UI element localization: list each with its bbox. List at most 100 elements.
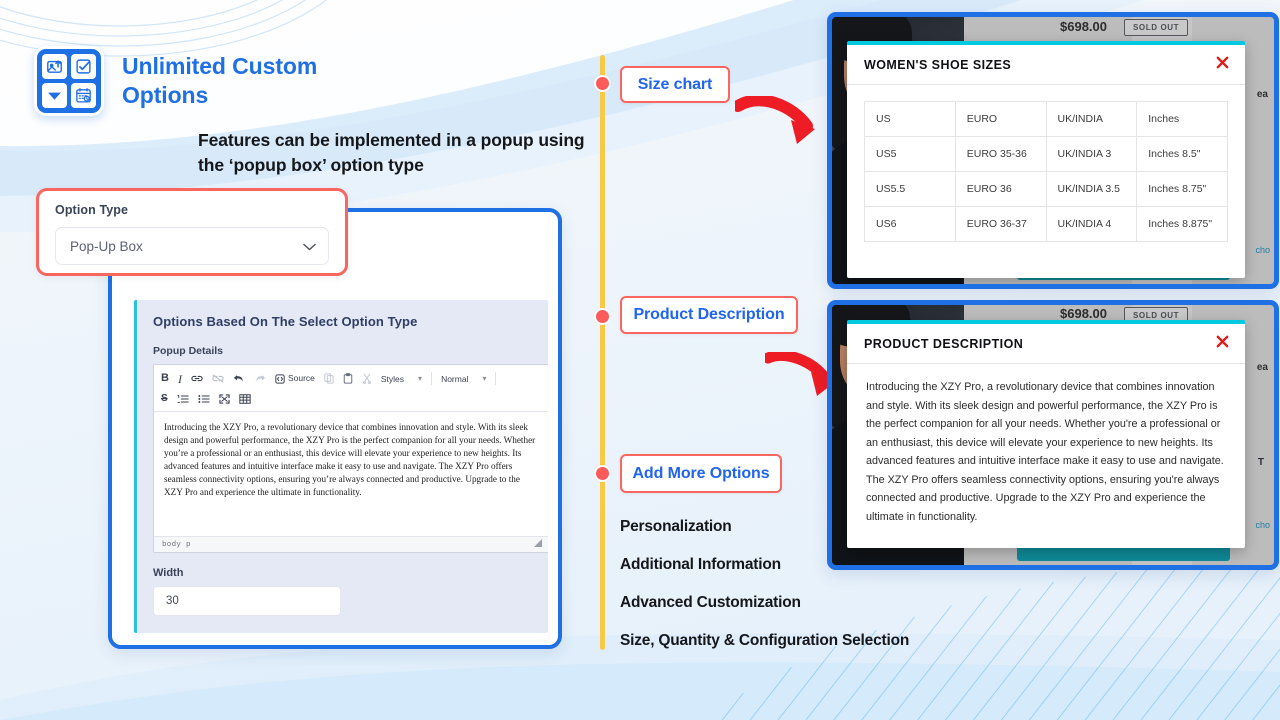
numbered-list-icon[interactable] xyxy=(177,394,189,404)
close-icon[interactable] xyxy=(1215,334,1230,354)
cut-icon[interactable] xyxy=(362,373,372,384)
tag-product-description-label: Product Description xyxy=(633,306,785,323)
table-row: US5.5 EURO 36 UK/INDIA 3.5 Inches 8.75" xyxy=(864,171,1228,207)
modal-body: US EURO UK/INDIA Inches US5 EURO 35-36 U… xyxy=(847,85,1245,242)
styles-dropdown[interactable]: Styles ▾ xyxy=(381,374,422,384)
page-title: Unlimited Custom Options xyxy=(122,53,318,109)
paste-icon[interactable] xyxy=(343,373,353,384)
timeline-track xyxy=(600,55,605,650)
timeline-dot-product-description xyxy=(594,308,611,325)
curved-arrow-to-size-chart xyxy=(732,94,825,154)
width-label: Width xyxy=(153,567,184,579)
table-header-cell: UK/INDIA xyxy=(1045,101,1138,137)
storefront-card-product-description: $698.00 SOLD OUT ea T cho PRODUCT DESCRI… xyxy=(827,300,1279,570)
sold-out-badge: SOLD OUT xyxy=(1124,19,1189,36)
product-price: $698.00 xyxy=(1060,306,1107,321)
table-row: US5 EURO 35-36 UK/INDIA 3 Inches 8.5" xyxy=(864,136,1228,172)
link-icon[interactable] xyxy=(191,373,203,384)
checkbox-icon xyxy=(71,54,96,79)
table-header-cell: Inches xyxy=(1136,101,1228,137)
italic-icon[interactable]: I xyxy=(178,373,182,385)
subheading-text: Features can be implemented in a popup u… xyxy=(198,130,585,175)
table-cell: US5 xyxy=(864,136,956,172)
storefront-link-text[interactable]: cho xyxy=(1255,245,1270,255)
copy-icon[interactable] xyxy=(324,373,334,384)
table-cell: UK/INDIA 3.5 xyxy=(1045,171,1138,207)
format-label: Normal xyxy=(441,373,469,384)
storefront-card-size-chart: $698.00 SOLD OUT ea cho WOMEN'S SHOE SIZ… xyxy=(827,12,1279,289)
undo-icon[interactable] xyxy=(233,373,245,384)
storefront-side-letter: T xyxy=(1257,457,1264,468)
editor-toolbar: B I Source Styles ▾ Normal ▾ S xyxy=(154,365,548,412)
storefront-link-text[interactable]: cho xyxy=(1255,520,1270,530)
table-cell: UK/INDIA 3 xyxy=(1045,136,1138,172)
table-row: US6 EURO 36-37 UK/INDIA 4 Inches 8.875" xyxy=(864,206,1228,242)
options-inner-panel: Options Based On The Select Option Type … xyxy=(134,300,548,633)
editor-status-bar: body p xyxy=(154,536,548,552)
timeline-dot-add-more-options xyxy=(594,465,611,482)
redo-icon[interactable] xyxy=(254,373,266,384)
tag-add-more-options[interactable]: Add More Options xyxy=(620,454,782,493)
product-price: $698.00 xyxy=(1060,19,1107,34)
option-type-card: Option Type Pop-Up Box xyxy=(36,188,348,276)
table-header-cell: US xyxy=(864,101,956,137)
storefront-side-text: ea xyxy=(1256,362,1268,373)
app-logo xyxy=(34,46,104,116)
width-value: 30 xyxy=(166,595,179,607)
tag-size-chart[interactable]: Size chart xyxy=(620,66,730,103)
table-cell: US6 xyxy=(864,206,956,242)
editor-element-path: body p xyxy=(162,540,191,549)
calendar-clock-icon xyxy=(71,83,96,108)
chevron-down-icon: ▾ xyxy=(418,374,423,383)
table-cell: EURO 36 xyxy=(954,171,1047,207)
size-chart-modal: WOMEN'S SHOE SIZES US EURO UK/INDIA Inch… xyxy=(847,41,1245,278)
resize-grip-icon[interactable] xyxy=(534,539,542,550)
bulleted-list-icon[interactable] xyxy=(198,394,210,404)
product-description-modal: PRODUCT DESCRIPTION Introducing the XZY … xyxy=(847,320,1245,548)
modal-title: WOMEN'S SHOE SIZES xyxy=(864,57,1012,72)
modal-header: WOMEN'S SHOE SIZES xyxy=(847,45,1245,85)
table-header-cell: EURO xyxy=(954,101,1047,137)
unlink-icon[interactable] xyxy=(212,373,224,384)
toolbar-divider xyxy=(431,372,433,385)
storefront-side-text: ea xyxy=(1256,89,1268,100)
toolbar-divider xyxy=(495,372,497,385)
maximize-icon[interactable] xyxy=(219,393,230,404)
tag-size-chart-label: Size chart xyxy=(637,75,713,93)
editor-content[interactable]: Introducing the XZY Pro, a revolutionary… xyxy=(154,412,548,536)
option-type-select[interactable]: Pop-Up Box xyxy=(55,227,329,265)
list-item: Advanced Customization xyxy=(620,594,801,611)
image-upload-icon xyxy=(42,54,67,79)
option-type-label: Option Type xyxy=(55,203,129,217)
close-icon[interactable] xyxy=(1215,55,1230,75)
popup-details-label: Popup Details xyxy=(153,345,224,357)
chevron-down-icon xyxy=(303,239,316,254)
table-cell: EURO 35-36 xyxy=(954,136,1047,172)
tag-product-description[interactable]: Product Description xyxy=(620,296,798,334)
source-label: Source xyxy=(287,373,315,384)
table-icon[interactable] xyxy=(238,393,251,404)
brand-header: Unlimited Custom Options xyxy=(34,46,342,116)
bold-icon[interactable]: B xyxy=(161,373,169,384)
table-cell: UK/INDIA 4 xyxy=(1045,206,1138,242)
table-row: US EURO UK/INDIA Inches xyxy=(864,101,1228,137)
strikethrough-icon[interactable]: S xyxy=(161,393,168,404)
option-type-selected-value: Pop-Up Box xyxy=(70,238,143,254)
format-dropdown[interactable]: Normal ▾ xyxy=(441,374,486,384)
modal-header: PRODUCT DESCRIPTION xyxy=(847,324,1245,364)
modal-title: PRODUCT DESCRIPTION xyxy=(864,336,1024,351)
options-panel-title: Options Based On The Select Option Type xyxy=(153,314,418,329)
tag-add-more-options-label: Add More Options xyxy=(632,464,770,482)
timeline-dot-size-chart xyxy=(594,75,611,92)
width-input[interactable]: 30 xyxy=(153,586,341,616)
chevron-down-icon: ▾ xyxy=(482,374,487,383)
table-cell: US5.5 xyxy=(864,171,956,207)
source-button[interactable]: Source xyxy=(275,373,315,384)
table-cell: EURO 36-37 xyxy=(954,206,1047,242)
styles-label: Styles xyxy=(380,373,405,384)
rich-text-editor: B I Source Styles ▾ Normal ▾ S Introduci… xyxy=(153,364,548,553)
table-cell: Inches 8.75" xyxy=(1136,171,1228,207)
product-description-body: Introducing the XZY Pro, a revolutionary… xyxy=(866,381,1224,523)
list-item: Size, Quantity & Configuration Selection xyxy=(620,632,910,649)
table-cell: Inches 8.5" xyxy=(1136,136,1228,172)
